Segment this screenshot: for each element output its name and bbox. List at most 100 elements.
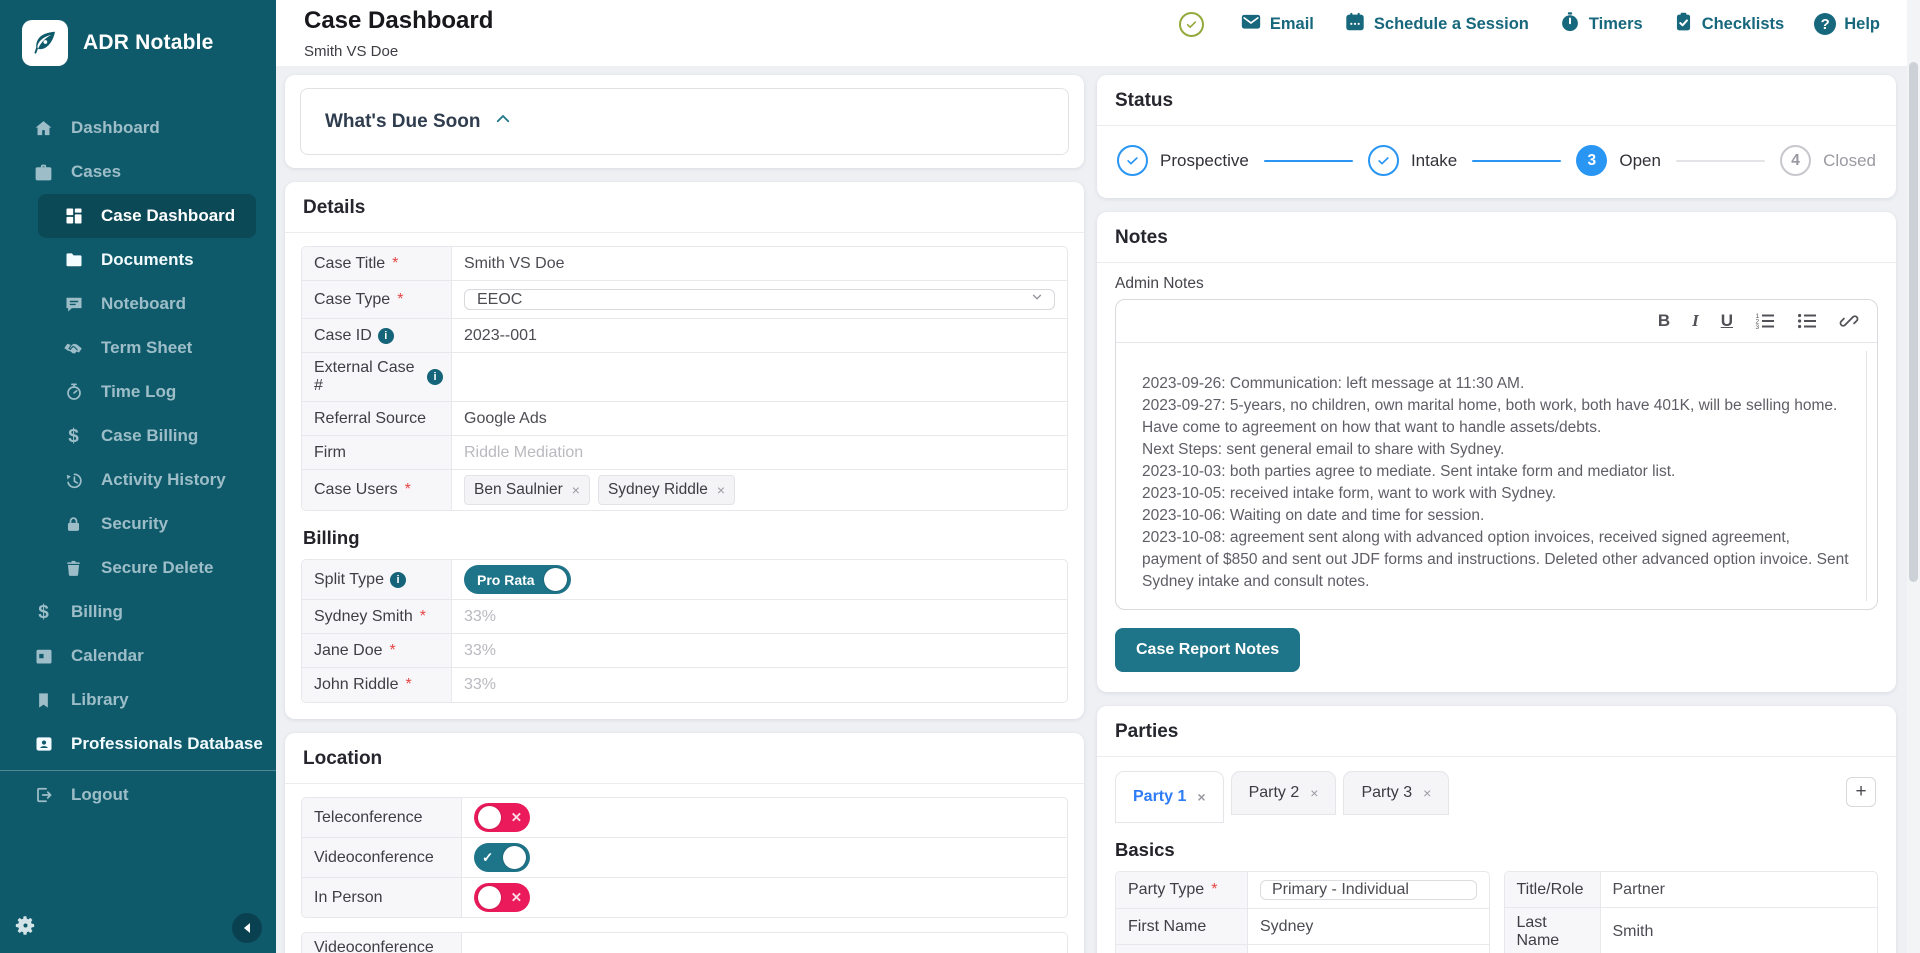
case-users-field[interactable]: Ben Saulnier × Sydney Riddle × <box>452 470 1067 510</box>
checklists-button[interactable]: Checklists <box>1673 11 1784 38</box>
briefcase-icon <box>32 161 55 184</box>
case-report-notes-button[interactable]: Case Report Notes <box>1115 628 1301 672</box>
add-party-button[interactable]: + <box>1846 777 1876 807</box>
sidebar-item-security[interactable]: Security <box>0 502 276 546</box>
noteboard-icon <box>62 293 85 316</box>
note-line: 2023-10-06: Waiting on date and time for… <box>1142 507 1485 524</box>
editor-scrollbar[interactable] <box>1866 351 1867 601</box>
sidebar-item-case-billing[interactable]: $ Case Billing <box>0 414 276 458</box>
saved-check-icon <box>1178 11 1204 37</box>
john-riddle-field[interactable]: 33% <box>452 668 1067 702</box>
case-id-field[interactable]: 2023--001 <box>452 319 1067 352</box>
sidebar-item-billing[interactable]: $ Billing <box>0 590 276 634</box>
external-case-field[interactable] <box>452 353 1067 401</box>
info-icon[interactable] <box>377 327 394 344</box>
teleconference-toggle[interactable] <box>474 803 530 832</box>
sidebar-item-professionals-database[interactable]: Professionals Database <box>0 722 276 766</box>
tab-party-3[interactable]: Party 3 × <box>1343 771 1450 815</box>
split-row: John Riddle * 33% <box>302 668 1067 702</box>
split-type-label: Split Type <box>302 560 452 599</box>
step-closed[interactable]: 4 Closed <box>1780 145 1876 176</box>
info-icon[interactable] <box>427 369 443 385</box>
step-open[interactable]: 3 Open <box>1576 145 1661 176</box>
party-type-select[interactable]: Primary - Individual <box>1260 880 1477 900</box>
tab-party-1[interactable]: Party 1 × <box>1115 771 1224 823</box>
john-riddle-label: John Riddle * <box>302 668 452 702</box>
whats-due-soon-toggle[interactable]: What's Due Soon <box>300 88 1069 155</box>
status-card: Status Prospective Intake 3 Open 4 Close… <box>1097 75 1896 198</box>
case-title-row: Case Title * Smith VS Doe <box>302 247 1067 281</box>
case-user-chip[interactable]: Sydney Riddle × <box>597 475 736 505</box>
videoconference-info-table: Videoconference Info <box>301 932 1068 953</box>
sidebar-item-library[interactable]: Library <box>0 678 276 722</box>
step-intake[interactable]: Intake <box>1367 145 1457 176</box>
schedule-session-button[interactable]: Schedule a Session <box>1344 11 1529 38</box>
case-user-chip[interactable]: Ben Saulnier × <box>464 475 590 505</box>
italic-icon[interactable]: I <box>1692 311 1699 331</box>
note-line: 2023-09-26: Communication: left message … <box>1142 375 1525 392</box>
ordered-list-icon[interactable]: 123 <box>1755 312 1775 330</box>
admin-notes-content[interactable]: 2023-09-26: Communication: left message … <box>1116 343 1877 609</box>
first-name-field[interactable]: Sydney <box>1248 909 1489 944</box>
sidebar-item-cases[interactable]: Cases <box>0 150 276 194</box>
sidebar-item-activity-history[interactable]: Activity History <box>0 458 276 502</box>
sidebar-collapse-button[interactable] <box>232 913 262 943</box>
bookmark-icon <box>32 689 55 712</box>
close-tab-icon[interactable]: × <box>1423 785 1431 801</box>
case-title-field[interactable]: Smith VS Doe <box>452 247 1067 280</box>
case-type-select[interactable]: EEOC <box>464 289 1055 310</box>
chevron-down-icon <box>1030 290 1044 309</box>
sidebar-item-secure-delete[interactable]: Secure Delete <box>0 546 276 590</box>
tab-party-2[interactable]: Party 2 × <box>1230 771 1337 815</box>
pro-rata-toggle[interactable]: Pro Rata <box>464 565 571 594</box>
timers-button[interactable]: Timers <box>1559 11 1643 38</box>
last-name-field[interactable]: Smith <box>1601 908 1878 953</box>
help-button[interactable]: ? Help <box>1814 13 1880 35</box>
remove-chip-icon[interactable]: × <box>572 482 580 498</box>
videoconference-info-textarea[interactable] <box>462 933 1067 953</box>
close-tab-icon[interactable]: × <box>1310 785 1318 801</box>
sidebar-item-term-sheet[interactable]: Term Sheet <box>0 326 276 370</box>
in-person-row: In Person <box>302 878 1067 917</box>
email-button[interactable]: Email <box>1240 11 1314 38</box>
title-role-field[interactable]: Partner <box>1601 872 1878 907</box>
abbreviation-field[interactable]: SS <box>1248 945 1489 953</box>
question-icon: ? <box>1814 13 1837 35</box>
sidebar-item-time-log[interactable]: Time Log <box>0 370 276 414</box>
link-icon[interactable] <box>1839 311 1859 331</box>
whats-due-soon-title: What's Due Soon <box>325 110 481 132</box>
in-person-toggle[interactable] <box>474 883 530 912</box>
sidebar-item-noteboard[interactable]: Noteboard <box>0 282 276 326</box>
sidebar-item-label: Documents <box>101 250 194 269</box>
referral-source-field[interactable]: Google Ads <box>452 402 1067 435</box>
info-icon[interactable] <box>389 571 406 588</box>
sidebar-item-calendar[interactable]: Calendar <box>0 634 276 678</box>
close-tab-icon[interactable]: × <box>1197 789 1205 805</box>
settings-gear-icon[interactable] <box>14 914 37 942</box>
firm-field[interactable]: Riddle Mediation <box>452 436 1067 469</box>
check-icon <box>478 850 497 866</box>
note-line: 2023-09-27: 5-years, no children, own ma… <box>1142 397 1838 436</box>
sidebar-item-label: Professionals Database <box>71 734 263 753</box>
underline-icon[interactable]: U <box>1721 311 1733 331</box>
jane-doe-field[interactable]: 33% <box>452 634 1067 667</box>
videoconference-toggle[interactable] <box>474 843 530 872</box>
page-scrollbar[interactable] <box>1907 0 1920 953</box>
firm-placeholder: Riddle Mediation <box>464 443 584 461</box>
page-scrollbar-thumb[interactable] <box>1909 62 1918 582</box>
sidebar-item-dashboard[interactable]: Dashboard <box>0 106 276 150</box>
teleconference-label: Teleconference <box>302 798 462 837</box>
location-toggles-table: Teleconference Videoconference <box>301 797 1068 918</box>
sidebar-item-case-dashboard[interactable]: Case Dashboard <box>38 194 256 238</box>
split-type-row: Split Type Pro Rata <box>302 560 1067 600</box>
billing-section-title: Billing <box>303 527 360 548</box>
party-type-row: Party Type * Primary - Individual <box>1116 872 1489 909</box>
sidebar-item-logout[interactable]: Logout <box>0 773 276 817</box>
bullet-list-icon[interactable] <box>1797 312 1817 330</box>
split-row: Sydney Smith * 33% <box>302 600 1067 634</box>
remove-chip-icon[interactable]: × <box>717 482 725 498</box>
sydney-smith-field[interactable]: 33% <box>452 600 1067 633</box>
step-prospective[interactable]: Prospective <box>1117 145 1249 176</box>
sidebar-item-documents[interactable]: Documents <box>0 238 276 282</box>
bold-icon[interactable]: B <box>1658 311 1670 331</box>
